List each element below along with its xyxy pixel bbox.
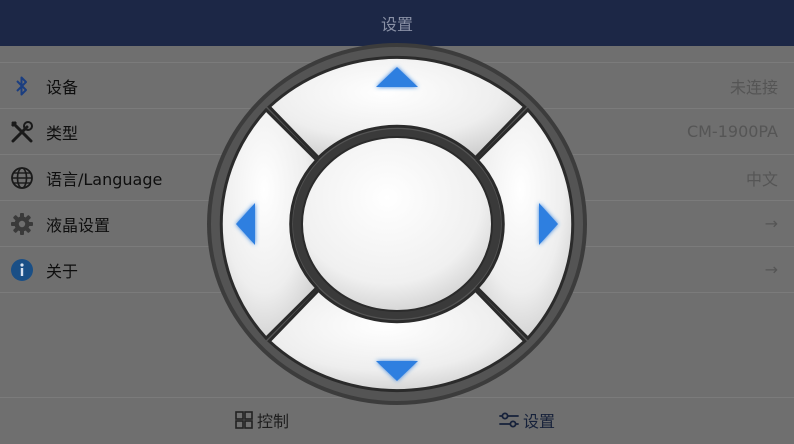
globe-icon	[9, 165, 35, 191]
dpad-center-button[interactable]	[307, 142, 487, 306]
tab-settings[interactable]: 设置	[498, 408, 555, 432]
settings-item-value: CM-1900PA	[686, 122, 778, 141]
sliders-icon	[499, 412, 519, 428]
dpad-controller	[206, 41, 588, 407]
settings-item-value: →	[764, 214, 778, 233]
tab-label: 控制	[257, 412, 290, 431]
page-title: 设置	[380, 15, 413, 34]
tab-label: 设置	[523, 412, 556, 431]
settings-item-label: 语言/Language	[46, 169, 163, 189]
header-bar: 设置	[0, 0, 794, 46]
settings-item-label: 液晶设置	[46, 215, 111, 235]
grid-icon	[235, 411, 253, 429]
bluetooth-icon	[9, 73, 35, 99]
settings-item-value: 未连接	[729, 77, 778, 97]
settings-item-value: →	[764, 260, 778, 279]
settings-item-label: 关于	[46, 261, 79, 281]
settings-item-label: 类型	[46, 123, 79, 143]
app-screen: 设置 设备 未连接 类型 CM-1900PA 语言/Language 中文 液晶…	[0, 0, 794, 444]
dpad-right-button[interactable]	[493, 121, 583, 327]
tools-icon	[9, 119, 35, 145]
dpad-down-button[interactable]	[286, 307, 508, 397]
settings-item-label: 设备	[46, 77, 79, 97]
gear-icon	[9, 211, 35, 237]
settings-item-value: 中文	[745, 169, 778, 189]
tab-control[interactable]: 控制	[234, 408, 289, 432]
info-icon	[9, 257, 35, 283]
dpad-left-button[interactable]	[211, 121, 301, 327]
dpad-up-button[interactable]	[286, 51, 508, 141]
